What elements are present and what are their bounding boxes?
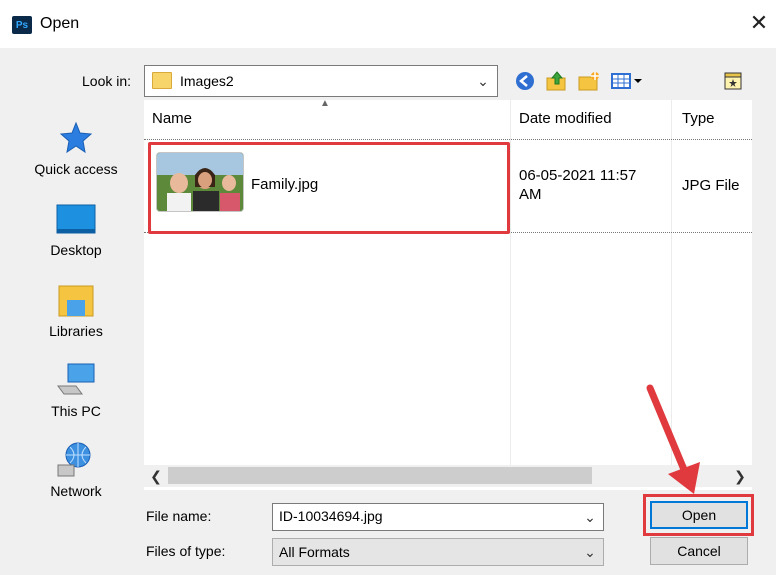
scrollbar-thumb[interactable] xyxy=(168,467,592,484)
header-divider xyxy=(144,139,752,140)
file-highlight-box xyxy=(148,142,510,234)
column-header-name[interactable]: Name xyxy=(152,110,192,127)
place-this-pc[interactable]: This PC xyxy=(14,360,138,438)
chevron-down-icon[interactable]: ⌄ xyxy=(580,506,600,528)
file-date: 06-05-2021 11:57 AM xyxy=(519,166,669,204)
file-type-select[interactable]: All Formats xyxy=(272,538,604,566)
computer-icon xyxy=(56,360,96,400)
chevron-down-icon[interactable]: ⌄ xyxy=(580,541,600,563)
file-type-label: Files of type: xyxy=(146,543,226,559)
photoshop-app-icon: Ps xyxy=(12,16,32,34)
new-folder-icon[interactable] xyxy=(576,70,602,92)
chevron-down-icon[interactable]: ⌄ xyxy=(472,70,494,92)
up-folder-icon[interactable] xyxy=(544,70,570,92)
scroll-left-icon[interactable]: ❮ xyxy=(146,466,166,486)
libraries-icon xyxy=(56,280,96,320)
desktop-icon xyxy=(56,199,96,239)
place-quick-access[interactable]: Quick access xyxy=(14,118,138,196)
look-in-label: Look in: xyxy=(82,73,132,89)
back-icon[interactable] xyxy=(514,70,536,92)
view-menu-icon[interactable] xyxy=(610,70,644,92)
column-separator xyxy=(671,100,672,466)
place-label: Libraries xyxy=(49,323,103,339)
file-date-line1: 06-05-2021 11:57 xyxy=(519,167,637,184)
column-separator xyxy=(510,100,511,466)
place-network[interactable]: Network xyxy=(14,440,138,518)
file-name-label: File name: xyxy=(146,508,212,524)
star-icon xyxy=(56,118,96,158)
place-label: Quick access xyxy=(34,161,118,177)
scroll-right-icon[interactable]: ❯ xyxy=(730,466,750,486)
cancel-button[interactable]: Cancel xyxy=(650,537,748,565)
place-label: This PC xyxy=(51,403,101,419)
column-header-type[interactable]: Type xyxy=(682,110,715,127)
place-label: Network xyxy=(50,483,102,499)
folder-icon xyxy=(152,72,172,89)
window-title: Open xyxy=(40,15,80,32)
close-icon[interactable]: ✕ xyxy=(746,8,772,38)
network-icon xyxy=(56,440,96,480)
properties-icon[interactable] xyxy=(720,70,746,92)
place-libraries[interactable]: Libraries xyxy=(14,280,138,358)
place-desktop[interactable]: Desktop xyxy=(14,199,138,277)
file-type: JPG File xyxy=(682,177,740,194)
look-in-value: Images2 xyxy=(180,73,234,89)
sort-ascending-icon: ▲ xyxy=(320,98,330,109)
open-highlight-box xyxy=(643,494,754,536)
file-date-line2: AM xyxy=(519,186,542,203)
column-header-date[interactable]: Date modified xyxy=(519,110,612,127)
file-name-input[interactable]: ID-10034694.jpg xyxy=(272,503,604,531)
place-label: Desktop xyxy=(50,242,102,258)
